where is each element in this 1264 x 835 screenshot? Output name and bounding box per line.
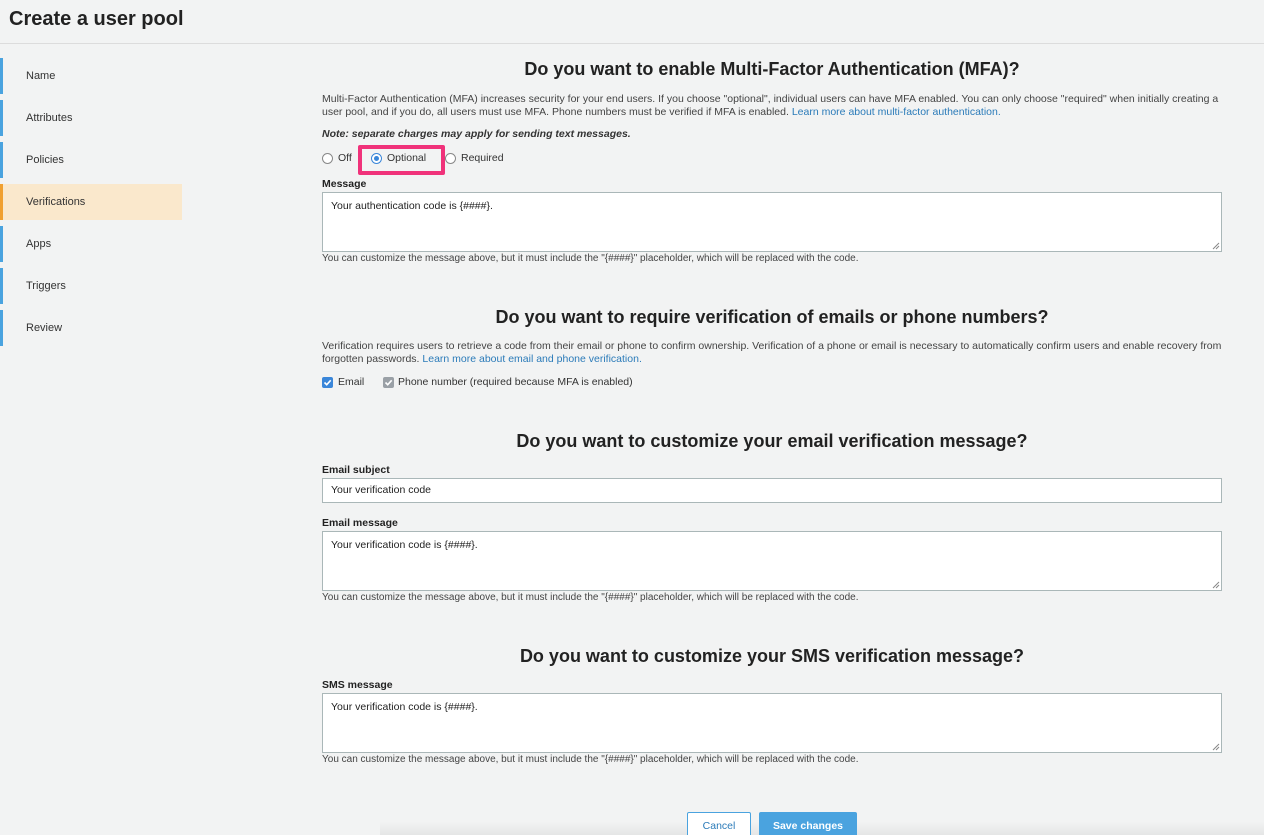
checkmark-icon	[384, 379, 393, 386]
email-subject-value: Your verification code	[331, 484, 432, 496]
sidebar-item-triggers[interactable]: Triggers	[0, 268, 182, 304]
resize-grip-icon[interactable]	[1212, 581, 1220, 589]
mfa-description: Multi-Factor Authentication (MFA) increa…	[322, 93, 1222, 119]
sms-section-title: Do you want to customize your SMS verifi…	[519, 646, 1025, 666]
page-title: Create a user pool	[9, 8, 184, 30]
sidebar-item-review[interactable]: Review	[0, 310, 182, 346]
sms-message-label: SMS message	[322, 679, 393, 691]
mfa-message-value: Your authentication code is {####}.	[331, 200, 493, 212]
email-message-textarea[interactable]: Your verification code is {####}.	[322, 531, 1222, 591]
sms-message-value: Your verification code is {####}.	[331, 701, 478, 713]
cancel-button[interactable]: Cancel	[687, 812, 751, 835]
sms-message-textarea[interactable]: Your verification code is {####}.	[322, 693, 1222, 753]
phone-checkbox-label: Phone number (required because MFA is en…	[398, 376, 633, 388]
mfa-charges-note: Note: separate charges may apply for sen…	[322, 128, 631, 140]
email-message-label: Email message	[322, 517, 398, 529]
checkmark-icon	[323, 379, 332, 386]
sidebar-item-policies[interactable]: Policies	[0, 142, 182, 178]
resize-grip-icon[interactable]	[1212, 242, 1220, 250]
sidebar-item-name[interactable]: Name	[0, 58, 182, 94]
mfa-off-label[interactable]: Off	[338, 152, 352, 164]
sidebar-item-verifications[interactable]: Verifications	[0, 184, 182, 220]
mfa-message-label: Message	[322, 178, 367, 190]
sidebar-item-attributes[interactable]: Attributes	[0, 100, 182, 136]
email-message-value: Your verification code is {####}.	[331, 539, 478, 551]
mfa-required-radio[interactable]	[445, 153, 456, 164]
email-message-hint: You can customize the message above, but…	[322, 592, 859, 603]
sidebar-item-apps[interactable]: Apps	[0, 226, 182, 262]
verification-learn-more-link[interactable]: Learn more about email and phone verific…	[422, 353, 641, 365]
mfa-description-text: Multi-Factor Authentication (MFA) increa…	[322, 93, 1219, 118]
email-checkbox[interactable]	[322, 377, 333, 388]
page-header: Create a user pool	[0, 0, 1264, 44]
save-changes-button[interactable]: Save changes	[759, 812, 857, 835]
email-subject-label: Email subject	[322, 464, 390, 476]
resize-grip-icon[interactable]	[1212, 743, 1220, 751]
mfa-message-textarea[interactable]: Your authentication code is {####}.	[322, 192, 1222, 252]
mfa-message-hint: You can customize the message above, but…	[322, 253, 859, 264]
verification-section-title: Do you want to require verification of e…	[495, 307, 1049, 327]
email-checkbox-label[interactable]: Email	[338, 376, 364, 388]
email-section-title: Do you want to customize your email veri…	[516, 431, 1028, 451]
highlight-box	[358, 145, 445, 175]
mfa-learn-more-link[interactable]: Learn more about multi-factor authentica…	[792, 106, 1001, 118]
mfa-section-title: Do you want to enable Multi-Factor Authe…	[524, 59, 1020, 79]
sms-message-hint: You can customize the message above, but…	[322, 754, 859, 765]
mfa-off-radio[interactable]	[322, 153, 333, 164]
verification-description: Verification requires users to retrieve …	[322, 340, 1222, 366]
phone-checkbox	[383, 377, 394, 388]
email-subject-input[interactable]: Your verification code	[322, 478, 1222, 503]
mfa-required-label[interactable]: Required	[461, 152, 504, 164]
